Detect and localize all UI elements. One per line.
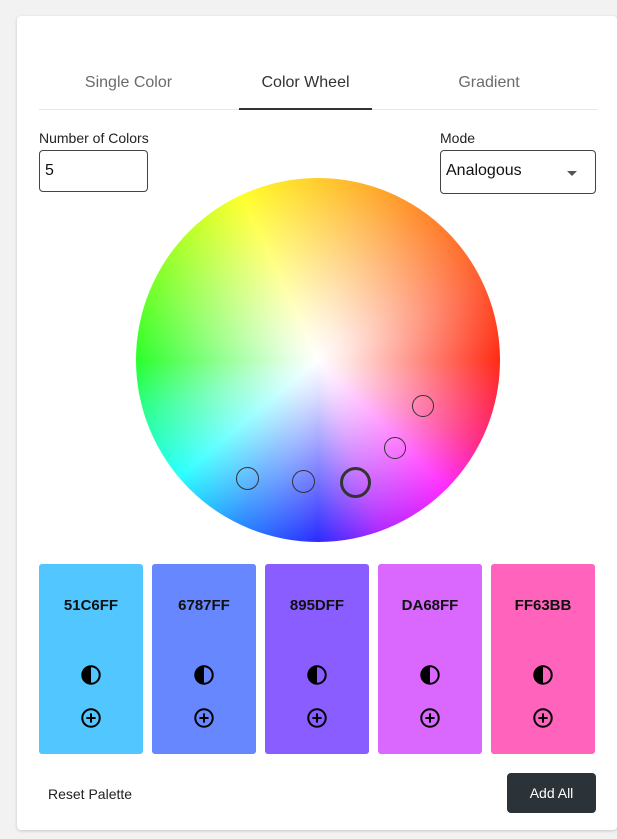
swatch-hex[interactable]: 6787FF	[152, 597, 256, 614]
swatch-1: 51C6FF	[39, 564, 143, 754]
add-circle-icon[interactable]	[80, 707, 102, 729]
add-circle-icon[interactable]	[419, 707, 441, 729]
color-palette-panel: Single Color Color Wheel Gradient Number…	[17, 16, 617, 830]
tab-color-wheel[interactable]: Color Wheel	[239, 61, 372, 110]
tab-bar: Single Color Color Wheel Gradient	[39, 61, 597, 110]
wheel-marker-2[interactable]	[292, 470, 315, 493]
mode-label: Mode	[440, 130, 476, 146]
caret-down-icon	[567, 171, 577, 176]
wheel-marker-5[interactable]	[412, 395, 434, 417]
tab-gradient[interactable]: Gradient	[424, 61, 554, 109]
color-wheel-gradient[interactable]	[136, 178, 500, 542]
add-circle-icon[interactable]	[306, 707, 328, 729]
swatch-3: 895DFF	[265, 564, 369, 754]
swatch-hex[interactable]: 51C6FF	[39, 597, 143, 614]
contrast-icon[interactable]	[80, 664, 102, 686]
wheel-marker-1[interactable]	[236, 467, 259, 490]
contrast-icon[interactable]	[193, 664, 215, 686]
add-circle-icon[interactable]	[532, 707, 554, 729]
contrast-icon[interactable]	[532, 664, 554, 686]
add-circle-icon[interactable]	[193, 707, 215, 729]
wheel-marker-4[interactable]	[384, 437, 406, 459]
reset-palette-button[interactable]: Reset Palette	[39, 778, 141, 810]
number-of-colors-label: Number of Colors	[39, 130, 149, 146]
contrast-icon[interactable]	[419, 664, 441, 686]
color-wheel[interactable]	[136, 178, 500, 542]
swatch-hex[interactable]: FF63BB	[491, 597, 595, 614]
tab-single-color[interactable]: Single Color	[61, 61, 196, 109]
swatch-4: DA68FF	[378, 564, 482, 754]
swatch-hex[interactable]: DA68FF	[378, 597, 482, 614]
add-all-button[interactable]: Add All	[507, 773, 596, 813]
wheel-marker-base[interactable]	[340, 467, 371, 498]
swatch-hex[interactable]: 895DFF	[265, 597, 369, 614]
swatch-5: FF63BB	[491, 564, 595, 754]
swatch-2: 6787FF	[152, 564, 256, 754]
contrast-icon[interactable]	[306, 664, 328, 686]
number-of-colors-input[interactable]	[39, 150, 148, 192]
